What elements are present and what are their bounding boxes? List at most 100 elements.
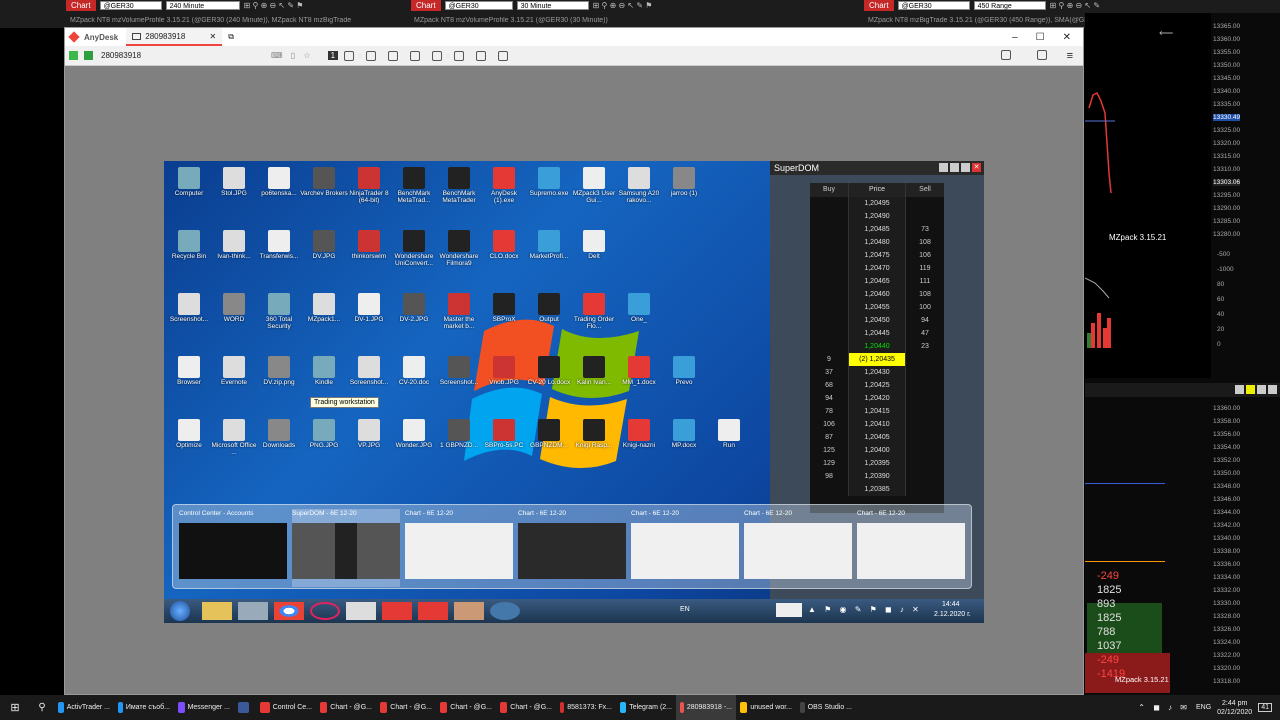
- dom-sell-cell[interactable]: [906, 405, 944, 418]
- desktop-icon[interactable]: Kalin Ivan...: [570, 356, 618, 386]
- dom-sell-cell[interactable]: [906, 392, 944, 405]
- dom-row[interactable]: 68 1,20425: [810, 379, 944, 392]
- dom-row[interactable]: 98 1,20390: [810, 470, 944, 483]
- dom-sell-cell[interactable]: 47: [906, 327, 944, 340]
- dom-sell-cell[interactable]: 73: [906, 223, 944, 236]
- dom-row[interactable]: 1,20460 108: [810, 288, 944, 301]
- window-preview[interactable]: Chart - 6E 12-20: [857, 509, 965, 587]
- dom-buy-cell[interactable]: 37: [810, 366, 848, 379]
- dom-sell-cell[interactable]: [906, 353, 944, 366]
- chart-tools-icons[interactable]: ⊞ ⚲ ⊕ ⊖ ↖ ✎: [1050, 1, 1101, 10]
- desktop-icon[interactable]: NinjaTrader 8 (64-bit): [345, 167, 393, 204]
- explorer-icon[interactable]: [202, 602, 232, 620]
- dom-row[interactable]: 9 (2) 1,20435: [810, 353, 944, 366]
- desktop-icon[interactable]: Output: [525, 293, 573, 323]
- dom-sell-cell[interactable]: [906, 470, 944, 483]
- chart-tools-icons[interactable]: ⊞ ⚲ ⊕ ⊖ ↖ ✎ ⚑: [593, 1, 653, 10]
- dom-row[interactable]: 106 1,20410: [810, 418, 944, 431]
- close-icon[interactable]: [1268, 385, 1277, 394]
- taskbar-app[interactable]: Chart - @G...: [496, 695, 556, 720]
- screenshot-icon[interactable]: [498, 50, 509, 61]
- close-tab-icon[interactable]: ✕: [210, 32, 217, 41]
- address-actions-icons[interactable]: ⌨ ▯ ☆: [271, 51, 314, 60]
- dom-buy-cell[interactable]: [810, 288, 848, 301]
- action-icon[interactable]: [344, 50, 355, 61]
- desktop-icon[interactable]: MM_1.docx: [615, 356, 663, 386]
- taskbar-app[interactable]: 8581373: Fx...: [556, 695, 616, 720]
- dom-sell-cell[interactable]: [906, 366, 944, 379]
- chat-icon[interactable]: [366, 50, 377, 61]
- dom-sell-cell[interactable]: 108: [906, 288, 944, 301]
- dom-buy-cell[interactable]: 106: [810, 418, 848, 431]
- taskbar-app[interactable]: OBS Studio ...: [796, 695, 856, 720]
- menu-icon[interactable]: ≡: [1067, 50, 1073, 62]
- period-select-right[interactable]: 450 Range: [973, 1, 1046, 10]
- tray-box[interactable]: [776, 603, 802, 617]
- taskbar-app[interactable]: Messenger ...: [174, 695, 234, 720]
- dom-sell-cell[interactable]: 106: [906, 249, 944, 262]
- instrument-select-left[interactable]: @GER30: [99, 1, 162, 10]
- chart-tab-left[interactable]: Chart: [66, 0, 96, 11]
- price-chart[interactable]: MZpack 3.15.21: [1084, 13, 1211, 378]
- desktop-icon[interactable]: jarroo (1): [660, 167, 708, 197]
- start-button[interactable]: [170, 601, 190, 621]
- window-preview[interactable]: Control Center - Accounts: [179, 509, 287, 587]
- dom-buy-cell[interactable]: [810, 249, 848, 262]
- window-preview[interactable]: Chart - 6E 12-20: [744, 509, 852, 587]
- desktop-icon[interactable]: MZpack1...: [300, 293, 348, 323]
- instrument-select-mid[interactable]: @GER30: [444, 1, 513, 10]
- dom-buy-cell[interactable]: 9: [810, 353, 848, 366]
- dom-row[interactable]: 1,20480 108: [810, 236, 944, 249]
- lightning-icon[interactable]: [388, 50, 399, 61]
- desktop-icon[interactable]: Prevo: [660, 356, 708, 386]
- dom-row[interactable]: 1,20450 94: [810, 314, 944, 327]
- address-field[interactable]: 280983918: [101, 51, 271, 60]
- desktop-icon[interactable]: DV.zip.png: [255, 356, 303, 386]
- close-window-icon[interactable]: ✕: [1063, 32, 1071, 43]
- desktop-icon[interactable]: Samsung A20 rakovo...: [615, 167, 663, 204]
- desktop-icon[interactable]: CV-20.doc: [390, 356, 438, 386]
- taskbar-app[interactable]: 280983918 -...: [676, 695, 736, 720]
- dom-row[interactable]: 1,20485 73: [810, 223, 944, 236]
- dom-row[interactable]: 1,20470 119: [810, 262, 944, 275]
- dom-buy-cell[interactable]: [810, 197, 848, 210]
- desktop-icon[interactable]: BenchMark MetaTrad...: [390, 167, 438, 204]
- desktop-icon[interactable]: Ivan-think...: [210, 230, 258, 260]
- dom-row[interactable]: 125 1,20400: [810, 444, 944, 457]
- desktop-icon[interactable]: Evernote: [210, 356, 258, 386]
- session-tab[interactable]: 280983918 ✕: [126, 28, 223, 46]
- desktop-icon[interactable]: One_: [615, 293, 663, 323]
- desktop-icon[interactable]: MarketProfi...: [525, 230, 573, 260]
- desktop-icon[interactable]: Wondershare UniConvert...: [390, 230, 438, 267]
- dom-sell-cell[interactable]: [906, 197, 944, 210]
- desktop-icon[interactable]: Run: [705, 419, 753, 449]
- dom-buy-cell[interactable]: 98: [810, 470, 848, 483]
- windows-start-icon[interactable]: ⊞: [0, 701, 30, 714]
- dom-sell-cell[interactable]: 100: [906, 301, 944, 314]
- dom-row[interactable]: 78 1,20415: [810, 405, 944, 418]
- desktop-icon[interactable]: po6tenska...: [255, 167, 303, 197]
- dom-sell-cell[interactable]: [906, 379, 944, 392]
- dom-sell-cell[interactable]: [906, 210, 944, 223]
- keyboard-icon[interactable]: [410, 50, 421, 61]
- dom-row[interactable]: 1,20490: [810, 210, 944, 223]
- minimize-icon[interactable]: [939, 163, 948, 172]
- taskbar-app[interactable]: ActivTrader ...: [54, 695, 114, 720]
- chart-tab-mid[interactable]: Chart: [411, 0, 441, 11]
- dom-buy-cell[interactable]: [810, 275, 848, 288]
- dom-buy-cell[interactable]: [810, 340, 848, 353]
- desktop-icon[interactable]: Optimize: [165, 419, 213, 449]
- chart-tab-right[interactable]: Chart: [864, 0, 894, 11]
- desktop-icon[interactable]: Supremo.exe: [525, 167, 573, 197]
- opera-icon[interactable]: [310, 602, 340, 620]
- monitor-badge[interactable]: 1: [327, 51, 339, 60]
- desktop-icon[interactable]: Knigi-nazni: [615, 419, 663, 449]
- language-indicator[interactable]: EN: [680, 606, 690, 613]
- dom-buy-cell[interactable]: 125: [810, 444, 848, 457]
- dom-buy-cell[interactable]: 129: [810, 457, 848, 470]
- desktop-icon[interactable]: Vnob.JPG: [480, 356, 528, 386]
- desktop-icon[interactable]: Microsoft Office ...: [210, 419, 258, 456]
- close-icon[interactable]: ✕: [972, 163, 981, 172]
- desktop-icon[interactable]: 1 GBPNZD...: [435, 419, 483, 449]
- link-icon[interactable]: [1246, 385, 1255, 394]
